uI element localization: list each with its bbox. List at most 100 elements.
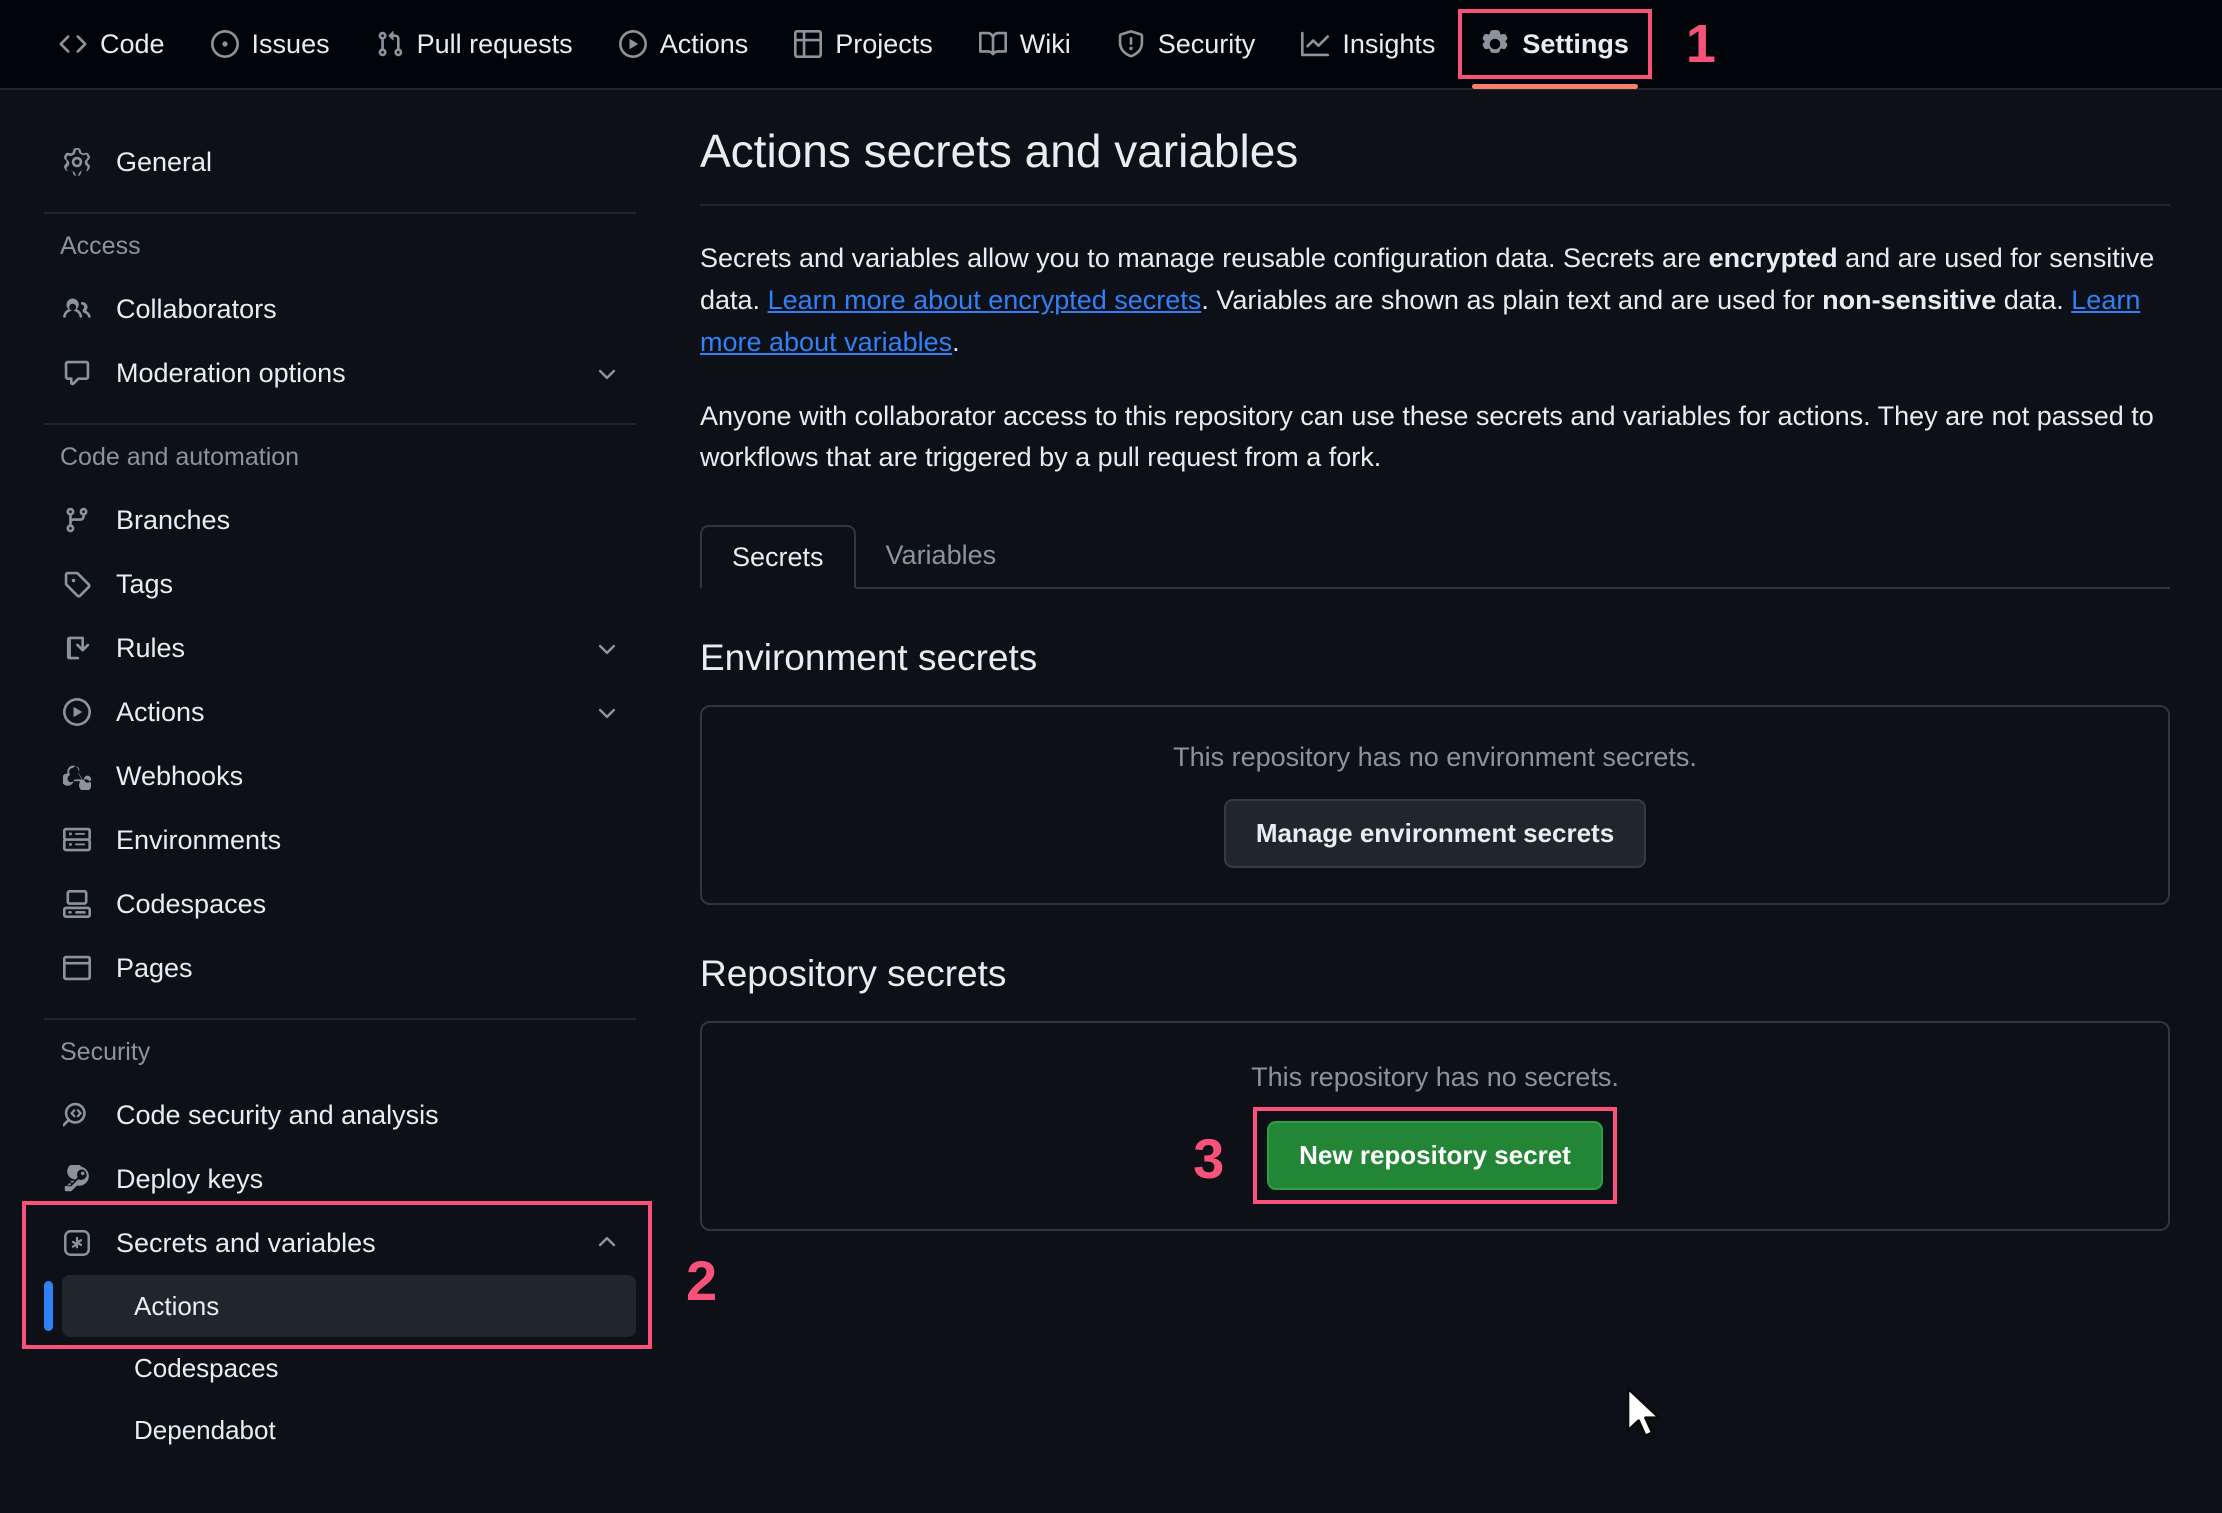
sidebar-item-label: Deploy keys	[116, 1164, 620, 1195]
webhook-icon	[60, 762, 94, 790]
active-tab-underline	[1472, 84, 1638, 89]
link-learn-encrypted-secrets[interactable]: Learn more about encrypted secrets	[768, 285, 1202, 315]
book-icon	[979, 30, 1007, 58]
nav-item-projects[interactable]: Projects	[777, 15, 950, 73]
sidebar-item-label: Branches	[116, 505, 620, 536]
repository-secrets-heading: Repository secrets	[700, 953, 2170, 995]
intro-paragraph-1: Secrets and variables allow you to manag…	[700, 238, 2170, 364]
sidebar-item-label: Pages	[116, 953, 620, 984]
chevron-down-icon	[594, 360, 620, 386]
tag-icon	[60, 570, 94, 598]
para1-seg4: data.	[1996, 285, 2071, 315]
sidebar-item-general[interactable]: General	[44, 130, 636, 194]
sidebar-item-tags[interactable]: Tags	[44, 552, 636, 616]
sidebar-item-branches[interactable]: Branches	[44, 488, 636, 552]
sidebar-divider	[44, 423, 636, 425]
nav-item-insights[interactable]: Insights	[1284, 15, 1452, 73]
nav-item-label: Code	[100, 29, 165, 60]
tab-secrets[interactable]: Secrets	[700, 525, 856, 589]
sidebar-item-deploy-keys[interactable]: Deploy keys	[44, 1147, 636, 1211]
selected-indicator	[44, 1281, 53, 1331]
sidebar-item-actions[interactable]: Actions	[44, 680, 636, 744]
sidebar-divider	[44, 212, 636, 214]
sidebar-item-label: Moderation options	[116, 358, 594, 389]
nav-item-label: Security	[1158, 29, 1256, 60]
sidebar-item-label: Environments	[116, 825, 620, 856]
nav-item-actions[interactable]: Actions	[602, 15, 766, 73]
sidebar-item-label: Actions	[116, 697, 594, 728]
sidebar-group-code: Branches Tags Rules Actions Webhooks Environm…	[44, 488, 636, 1000]
sidebar-item-code-security-and-analysis[interactable]: Code security and analysis	[44, 1083, 636, 1147]
sidebar-subitem-codespaces[interactable]: Codespaces	[62, 1337, 636, 1399]
nav-item-issues[interactable]: Issues	[194, 15, 347, 73]
sidebar-item-collaborators[interactable]: Collaborators	[44, 277, 636, 341]
sidebar-item-environments[interactable]: Environments	[44, 808, 636, 872]
table-icon	[794, 30, 822, 58]
para1-seg3: . Variables are shown as plain text and …	[1201, 285, 1822, 315]
sidebar-item-moderation-options[interactable]: Moderation options	[44, 341, 636, 405]
gear-icon	[1481, 30, 1509, 58]
nav-item-label: Insights	[1342, 29, 1435, 60]
sidebar-item-codespaces[interactable]: Codespaces	[44, 872, 636, 936]
para1-bold-encrypted: encrypted	[1709, 243, 1838, 273]
sidebar-heading-access: Access	[44, 232, 636, 261]
sidebar-subitem-dependabot[interactable]: Dependabot	[62, 1399, 636, 1461]
sidebar-item-label: Secrets and variables	[116, 1228, 594, 1259]
environment-secrets-empty-text: This repository has no environment secre…	[1173, 742, 1697, 773]
environment-secrets-heading: Environment secrets	[700, 637, 2170, 679]
code-icon	[59, 30, 87, 58]
manage-environment-secrets-button[interactable]: Manage environment secrets	[1224, 799, 1646, 868]
nav-item-settings[interactable]: Settings	[1464, 15, 1646, 73]
issue-opened-icon	[211, 30, 239, 58]
sidebar-group-security: Code security and analysis Deploy keys	[44, 1083, 636, 1211]
environment-secrets-panel: This repository has no environment secre…	[700, 705, 2170, 905]
browser-icon	[60, 954, 94, 982]
intro-paragraph-2: Anyone with collaborator access to this …	[700, 396, 2170, 480]
sidebar-subitem-label: Codespaces	[134, 1353, 279, 1384]
key-icon	[60, 1165, 94, 1193]
git-branch-icon	[60, 506, 94, 534]
sidebar-item-label: Tags	[116, 569, 620, 600]
rules-icon	[60, 634, 94, 662]
sidebar-item-label: Code security and analysis	[116, 1100, 620, 1131]
sidebar-divider	[44, 1018, 636, 1020]
repository-secrets-empty-text: This repository has no secrets.	[1251, 1062, 1619, 1093]
secrets-variables-tablist: SecretsVariables	[700, 523, 2170, 589]
sidebar-item-label: General	[116, 147, 620, 178]
codescan-icon	[60, 1101, 94, 1129]
sidebar-item-label: Webhooks	[116, 761, 620, 792]
sidebar-item-label: Codespaces	[116, 889, 620, 920]
chevron-down-icon	[594, 635, 620, 661]
para1-bold-non-sensitive: non-sensitive	[1822, 285, 1996, 315]
chevron-down-icon	[594, 699, 620, 725]
sidebar-item-webhooks[interactable]: Webhooks	[44, 744, 636, 808]
annotation-number-1: 1	[1686, 17, 1716, 71]
annotation-number-3: 3	[1193, 1131, 1224, 1187]
new-repository-secret-button[interactable]: New repository secret	[1267, 1121, 1603, 1190]
git-pull-request-icon	[376, 30, 404, 58]
play-icon	[619, 30, 647, 58]
chevron-up-icon	[594, 1230, 620, 1256]
para1-seg1: Secrets and variables allow you to manag…	[700, 243, 1709, 273]
play-icon	[60, 698, 94, 726]
tab-variables[interactable]: Variables	[856, 523, 1027, 587]
nav-item-security[interactable]: Security	[1100, 15, 1273, 73]
sidebar-group-access: Collaborators Moderation options	[44, 277, 636, 405]
codespaces-icon	[60, 890, 94, 918]
graph-icon	[1301, 30, 1329, 58]
nav-item-label: Projects	[835, 29, 933, 60]
page-title: Actions secrets and variables	[700, 124, 2170, 206]
nav-item-code[interactable]: Code	[42, 15, 182, 73]
sidebar-item-pages[interactable]: Pages	[44, 936, 636, 1000]
people-icon	[60, 295, 94, 323]
repository-secrets-panel: This repository has no secrets. New repo…	[700, 1021, 2170, 1231]
shield-icon	[1117, 30, 1145, 58]
nav-item-label: Pull requests	[417, 29, 573, 60]
sidebar-item-rules[interactable]: Rules	[44, 616, 636, 680]
sidebar-item-secrets-and-variables[interactable]: Secrets and variables	[44, 1211, 636, 1275]
sidebar-heading-security: Security	[44, 1038, 636, 1067]
sidebar-subitem-actions[interactable]: Actions	[62, 1275, 636, 1337]
nav-item-label: Issues	[252, 29, 330, 60]
nav-item-pull-requests[interactable]: Pull requests	[359, 15, 590, 73]
nav-item-wiki[interactable]: Wiki	[962, 15, 1088, 73]
